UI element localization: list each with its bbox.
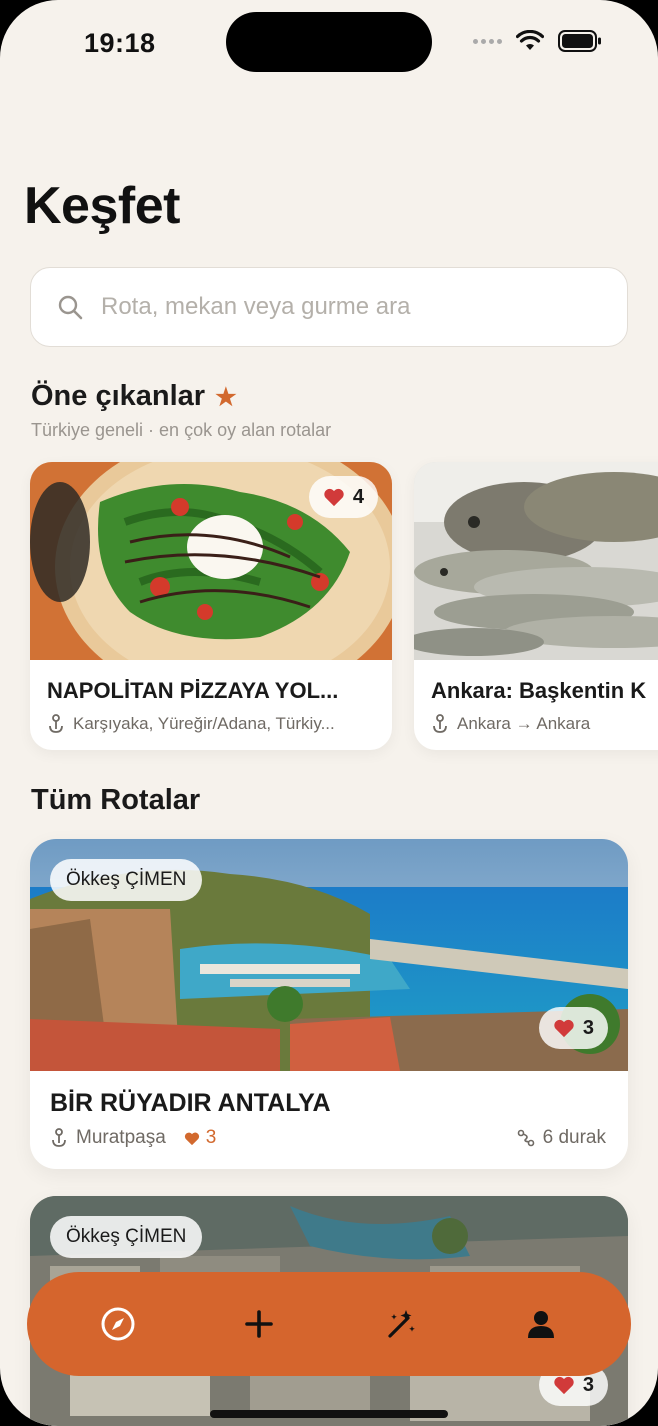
star-icon: ★ (215, 384, 237, 411)
route-stops: 6 durak (517, 1127, 606, 1149)
tab-create[interactable] (227, 1292, 291, 1356)
featured-card[interactable]: Ankara: Başkentin K Ankara → Ankara (414, 462, 658, 750)
route-likes: 3 (184, 1127, 217, 1149)
heart-icon (324, 488, 344, 507)
like-badge[interactable]: 4 (308, 476, 378, 518)
route-path-icon (517, 1129, 534, 1147)
tab-profile[interactable] (509, 1292, 573, 1356)
plus-icon (244, 1310, 273, 1338)
featured-card-title: Ankara: Başkentin K (431, 678, 647, 703)
wifi-icon (516, 30, 544, 50)
compass-icon (101, 1307, 134, 1341)
location-text: Ankara → Ankara (457, 714, 591, 733)
location-text: Karşıyaka, Yüreğir/Adana, Türkiy... (73, 714, 335, 733)
search-input[interactable] (101, 293, 601, 321)
page-title: Keşfet (24, 177, 180, 235)
featured-title: Öne çıkanlar (31, 380, 206, 412)
route-pin-icon (49, 714, 63, 733)
route-card[interactable]: Ökkeş ÇİMEN 3 BİR RÜYADIR ANTALYA Muratp… (30, 839, 628, 1169)
featured-heading: Öne çıkanlar ★ (31, 380, 237, 413)
all-routes-title: Tüm Rotalar (31, 784, 201, 816)
magic-wand-icon (387, 1310, 415, 1338)
featured-card[interactable]: 4 NAPOLİTAN PİZZAYA YOL... Karşıyaka, Yü… (30, 462, 392, 750)
route-meta: Muratpaşa 3 (50, 1127, 216, 1149)
signal-icon (473, 38, 502, 44)
featured-card-location: Ankara → Ankara (431, 714, 590, 734)
battery-icon (558, 30, 601, 52)
route-stops-text: 6 durak (542, 1127, 606, 1148)
like-count: 3 (582, 1373, 594, 1396)
author-badge[interactable]: Ökkeş ÇİMEN (50, 859, 203, 901)
route-pin-icon (52, 1128, 66, 1147)
fish-image (414, 462, 658, 660)
dynamic-island (226, 12, 432, 72)
route-pin-icon (433, 714, 447, 733)
featured-card-location: Karşıyaka, Yüreğir/Adana, Türkiy... (47, 714, 335, 734)
featured-subtitle: Türkiye geneli · en çok oy alan rotalar (31, 420, 332, 440)
heart-icon (554, 1019, 574, 1038)
route-title: BİR RÜYADIR ANTALYA (50, 1089, 331, 1117)
heart-icon (554, 1376, 574, 1395)
featured-card-title: NAPOLİTAN PİZZAYA YOL... (47, 678, 339, 703)
home-indicator[interactable] (210, 1410, 448, 1418)
route-likes-count: 3 (205, 1127, 217, 1148)
like-count: 3 (582, 1016, 594, 1039)
heart-icon (184, 1132, 199, 1145)
route-location: Muratpaşa (76, 1127, 166, 1148)
status-time: 19:18 (84, 28, 156, 58)
search-bar[interactable] (30, 267, 628, 347)
tab-magic[interactable] (368, 1292, 432, 1356)
like-badge[interactable]: 3 (538, 1007, 608, 1049)
author-badge[interactable]: Ökkeş ÇİMEN (50, 1216, 203, 1258)
search-icon (58, 295, 83, 320)
person-icon (527, 1311, 554, 1338)
phone-screen: 19:18 Keşfet Öne çıkanlar ★ Türkiye genel… (0, 0, 658, 1426)
tab-bar (27, 1272, 631, 1376)
status-icons (473, 30, 602, 52)
like-count: 4 (352, 485, 364, 508)
tab-explore[interactable] (86, 1292, 150, 1356)
